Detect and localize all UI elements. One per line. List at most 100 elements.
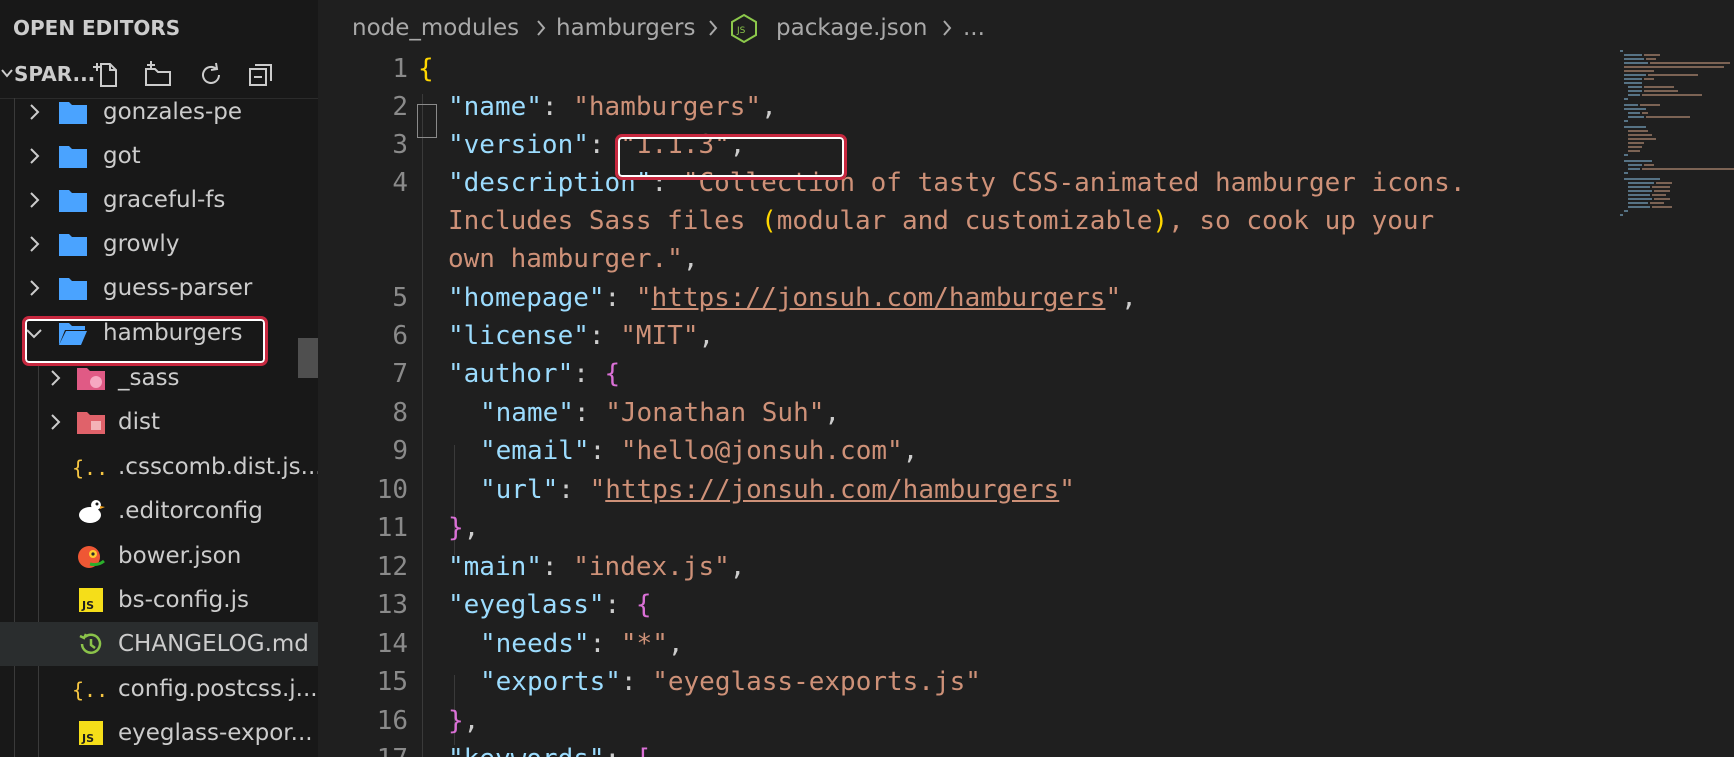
- editorconfig-icon: [79, 500, 105, 523]
- tree-item-graceful-fs[interactable]: graceful-fs: [0, 178, 318, 222]
- svg-text:JS: JS: [81, 599, 94, 612]
- indent-guide: [422, 94, 423, 757]
- folder-icon: [59, 234, 87, 256]
- breadcrumb-symbol[interactable]: ...: [963, 0, 985, 56]
- code-line-13: "eyeglass": {: [448, 590, 652, 620]
- line-number: 16: [376, 706, 408, 736]
- tree-item-eyeglass-exports[interactable]: JS eyeglass-expor...: [0, 711, 318, 755]
- tree-item-label: _sass: [118, 365, 180, 391]
- line-number: 3: [392, 130, 408, 160]
- tree-item-got[interactable]: got: [0, 134, 318, 178]
- folder-icon: [59, 102, 87, 124]
- chevron-right-icon: [709, 20, 718, 36]
- tree-item-label: .csscomb.dist.js...: [118, 454, 318, 480]
- folder-icon: [59, 146, 87, 168]
- tree-item-sass[interactable]: _sass: [0, 356, 318, 400]
- tree-item-label: gonzales-pe: [103, 99, 242, 125]
- breadcrumb-node-modules[interactable]: node_modules: [352, 0, 519, 56]
- code-line-10: "url": "https://jonsuh.com/hamburgers": [480, 475, 1075, 505]
- chevron-right-icon: [30, 236, 40, 252]
- open-editors-header[interactable]: OPEN EDITORS: [0, 0, 318, 56]
- code-line-4-wrap-1: Includes Sass files (modular and customi…: [448, 206, 1435, 236]
- tree-item-hamburgers[interactable]: hamburgers: [0, 311, 318, 355]
- line-number: 5: [392, 283, 408, 313]
- minimap[interactable]: [1618, 48, 1734, 258]
- refresh-icon: [202, 62, 220, 84]
- tree-item-label: dist: [118, 409, 160, 435]
- code-line-4: "description": "Collection of tasty CSS-…: [448, 168, 1466, 198]
- tree-item-gonzales-pe[interactable]: gonzales-pe: [0, 90, 318, 134]
- folder-icon: [59, 278, 87, 300]
- sidebar-scrollbar-thumb[interactable]: [298, 338, 318, 378]
- tree-item-label: bower.json: [118, 543, 242, 569]
- line-number: 17: [318, 740, 408, 757]
- sass-folder-icon: [77, 368, 105, 390]
- chevron-right-icon: [30, 280, 40, 296]
- line-number: 14: [376, 629, 408, 659]
- code-line-2: "name": "hamburgers",: [448, 92, 777, 122]
- tree-item-label: CHANGELOG.md: [118, 631, 309, 657]
- new-file-button[interactable]: [92, 60, 122, 90]
- svg-text:{..}: {..}: [72, 456, 108, 480]
- breadcrumb-hamburgers[interactable]: hamburgers: [556, 0, 696, 56]
- code-line-12: "main": "index.js",: [448, 552, 746, 582]
- bracket-match-box: [417, 104, 437, 138]
- new-file-icon: [93, 63, 117, 87]
- tree-item-label: hamburgers: [103, 320, 243, 346]
- line-number: 13: [376, 590, 408, 620]
- line-number: 8: [392, 398, 408, 428]
- dist-folder-icon: [77, 412, 105, 434]
- tree-item-changelog-md[interactable]: CHANGELOG.md: [0, 622, 318, 666]
- javascript-file-icon: JS: [79, 721, 103, 745]
- collapse-all-icon: [249, 64, 272, 86]
- line-number: 9: [392, 436, 408, 466]
- svg-text:JS: JS: [81, 732, 94, 745]
- tree-item-config-postcss[interactable]: {..} config.postcss.j...: [0, 667, 318, 711]
- folder-open-icon: [59, 323, 87, 345]
- explorer-sidebar: OPEN EDITORS SPAR... gonzales-pe got gra…: [0, 0, 318, 757]
- tree-item-growly[interactable]: growly: [0, 222, 318, 266]
- chevron-right-icon: [30, 192, 40, 208]
- breadcrumb-package-json[interactable]: package.json: [776, 0, 927, 56]
- tree-item-editorconfig[interactable]: .editorconfig: [0, 489, 318, 533]
- author-url-link[interactable]: https://jonsuh.com/hamburgers: [605, 475, 1059, 505]
- line-number: 4: [392, 168, 408, 198]
- code-line-11: },: [448, 513, 480, 543]
- code-line-9: "email": "hello@jonsuh.com",: [480, 436, 919, 466]
- collapse-folders-button[interactable]: [246, 60, 276, 90]
- code-editor[interactable]: node_modules hamburgers JS package.json …: [318, 0, 1734, 757]
- code-line-6: "license": "MIT",: [448, 321, 715, 351]
- tree-item-label: bs-config.js: [118, 587, 249, 613]
- tree-item-label: graceful-fs: [103, 187, 226, 213]
- line-number: 11: [376, 513, 408, 543]
- bower-icon: [78, 546, 105, 568]
- refresh-explorer-button[interactable]: [196, 60, 226, 90]
- nodejs-hexagon-icon: JS: [731, 13, 757, 43]
- code-line-4-wrap-2: own hamburger.",: [448, 244, 699, 274]
- line-number: 15: [376, 667, 408, 697]
- tree-item-guess-parser[interactable]: guess-parser: [0, 266, 318, 310]
- code-line-7: "author": {: [448, 359, 621, 389]
- javascript-file-icon: JS: [79, 588, 103, 612]
- tree-item-dist[interactable]: dist: [0, 400, 318, 444]
- code-line-17: "keywords": [: [448, 740, 652, 757]
- line-number: 10: [376, 475, 408, 505]
- breadcrumb: node_modules hamburgers JS package.json …: [318, 0, 1618, 56]
- tree-item-label: eyeglass-expor...: [118, 720, 313, 746]
- tree-item-bower-json[interactable]: bower.json: [0, 534, 318, 578]
- code-line-16: },: [448, 706, 480, 736]
- homepage-link[interactable]: https://jonsuh.com/hamburgers: [652, 283, 1106, 313]
- line-number: 2: [392, 92, 408, 122]
- chevron-right-icon: [30, 148, 40, 164]
- new-folder-button[interactable]: [143, 60, 173, 90]
- json-file-icon: {..}: [72, 456, 108, 480]
- editor-scrollbar[interactable]: [1720, 0, 1734, 757]
- folder-icon: [59, 190, 87, 212]
- code-line-14: "needs": "*",: [480, 629, 684, 659]
- tree-item-label: growly: [103, 231, 180, 257]
- chevron-down-icon: [26, 329, 42, 339]
- tree-item-bs-config-js[interactable]: JS bs-config.js: [0, 578, 318, 622]
- chevron-right-icon: [537, 20, 546, 36]
- tree-item-csscomb[interactable]: {..} .csscomb.dist.js...: [0, 445, 318, 489]
- chevron-down-icon[interactable]: [0, 64, 14, 84]
